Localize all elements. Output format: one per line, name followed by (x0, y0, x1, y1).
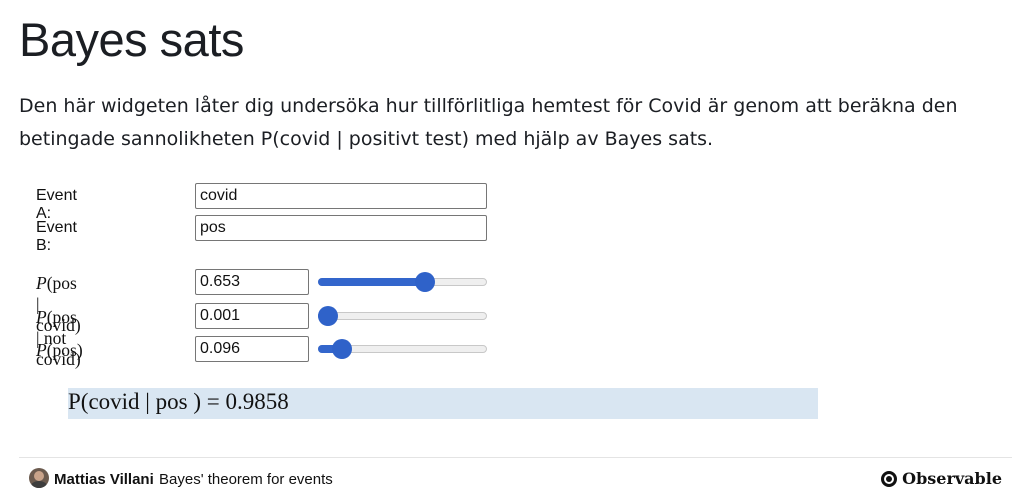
notebook-title-link[interactable]: Bayes' theorem for events (159, 471, 333, 488)
slider-thumb[interactable] (318, 306, 339, 326)
author-link[interactable]: Mattias Villani (54, 471, 154, 488)
prob-input-pos[interactable] (195, 336, 309, 362)
brand-label: Observable (902, 469, 1002, 488)
page-title: Bayes sats (19, 13, 244, 66)
prob-slider-pos-given-not-covid[interactable] (318, 306, 487, 326)
event-b-input[interactable] (195, 215, 487, 241)
slider-track (318, 312, 487, 320)
prob-input-pos-given-covid[interactable] (195, 269, 309, 295)
result-output: P(covid | pos ) = 0.9858 (68, 388, 818, 419)
prob-slider-pos-given-covid[interactable] (318, 272, 487, 292)
observable-brand-link[interactable]: Observable (881, 469, 1002, 488)
event-a-label: Event A: (36, 187, 77, 222)
prob-slider-pos[interactable] (318, 339, 487, 359)
observable-logo-icon (881, 470, 898, 487)
slider-thumb[interactable] (332, 339, 353, 359)
event-a-input[interactable] (195, 183, 487, 209)
event-b-label: Event B: (36, 219, 77, 254)
avatar[interactable] (29, 468, 49, 488)
intro-paragraph: Den här widgeten låter dig undersöka hur… (19, 95, 958, 150)
footer: Mattias Villani Bayes' theorem for event… (19, 457, 1012, 497)
prob-label-pos: P(pos) (36, 340, 83, 360)
slider-fill (318, 278, 426, 286)
slider-thumb[interactable] (415, 272, 436, 292)
prob-input-pos-given-not-covid[interactable] (195, 303, 309, 329)
